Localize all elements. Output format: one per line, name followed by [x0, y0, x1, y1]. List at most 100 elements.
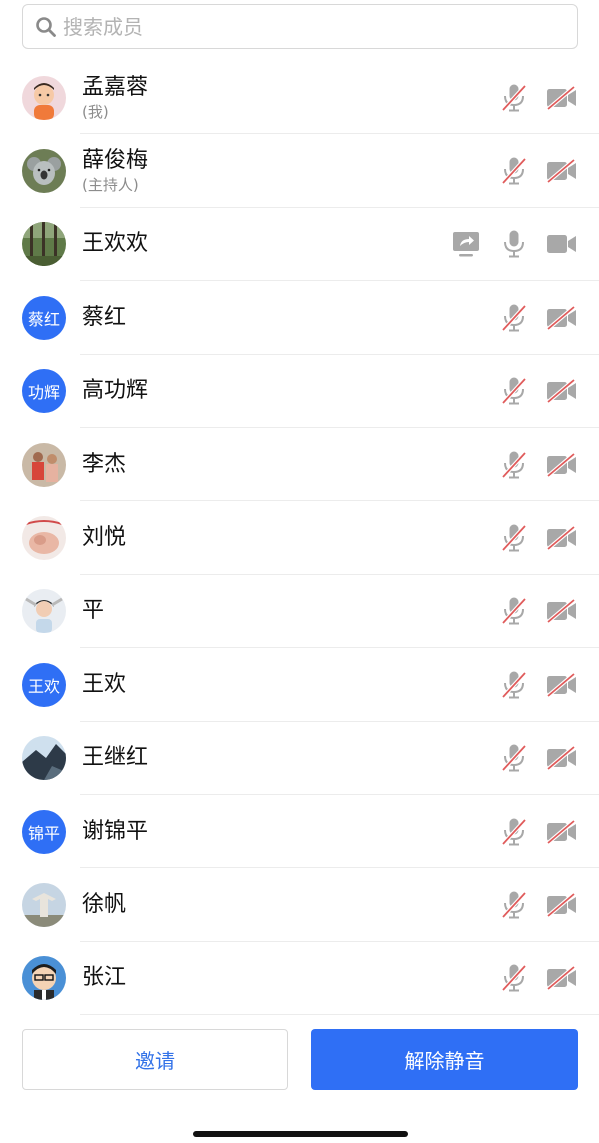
- member-actions: [483, 815, 579, 849]
- member-info: 蔡红: [82, 304, 126, 332]
- member-name: 蔡红: [82, 304, 127, 330]
- member-name: 平: [82, 598, 105, 624]
- avatar: 锦平: [22, 809, 66, 854]
- member-row[interactable]: 王继红: [0, 722, 599, 795]
- member-info: 徐帆: [82, 891, 126, 919]
- avatar: [22, 149, 66, 194]
- avatar: [22, 956, 66, 1001]
- avatar: [22, 882, 66, 927]
- member-info: 张江: [82, 964, 126, 992]
- member-actions: [483, 521, 579, 555]
- mic-muted-icon[interactable]: [497, 741, 531, 775]
- member-actions: [483, 741, 579, 775]
- member-row[interactable]: 薛俊梅 (主持人): [0, 134, 599, 208]
- mic-muted-icon[interactable]: [497, 448, 531, 482]
- mic-muted-icon[interactable]: [497, 815, 531, 849]
- camera-off-icon[interactable]: [545, 888, 579, 922]
- camera-off-icon[interactable]: [545, 668, 579, 702]
- camera-off-icon[interactable]: [545, 374, 579, 408]
- member-info: 李杰: [82, 451, 126, 479]
- camera-off-icon[interactable]: [545, 815, 579, 849]
- member-name: 王欢: [82, 671, 127, 697]
- camera-off-icon[interactable]: [545, 741, 579, 775]
- avatar: [22, 736, 66, 781]
- camera-off-icon[interactable]: [545, 594, 579, 628]
- member-row[interactable]: 王欢欢: [0, 208, 599, 282]
- search-input[interactable]: [63, 14, 543, 39]
- member-info: 薛俊梅 (主持人): [82, 147, 148, 195]
- member-name: 李杰: [82, 451, 127, 477]
- screen-share-icon[interactable]: [449, 227, 483, 261]
- mic-muted-icon[interactable]: [497, 301, 531, 335]
- unmute-all-button[interactable]: 解除静音: [311, 1029, 578, 1090]
- member-name: 王继红: [82, 745, 149, 771]
- mic-muted-icon[interactable]: [497, 594, 531, 628]
- member-actions: [483, 668, 579, 702]
- mic-muted-icon[interactable]: [497, 154, 531, 188]
- member-actions: [483, 888, 579, 922]
- member-name: 谢锦平: [82, 818, 149, 844]
- member-info: 平: [82, 597, 104, 625]
- member-row[interactable]: 锦平 谢锦平: [0, 795, 599, 869]
- member-row[interactable]: 平: [0, 575, 599, 649]
- bottom-action-bar: 邀请 解除静音: [22, 1029, 578, 1091]
- avatar: [22, 442, 66, 487]
- search-icon: [35, 16, 57, 38]
- mic-muted-icon[interactable]: [497, 961, 531, 995]
- member-info: 王继红: [82, 744, 148, 772]
- member-name: 张江: [82, 965, 127, 991]
- camera-off-icon[interactable]: [545, 448, 579, 482]
- avatar: [22, 589, 66, 634]
- member-row[interactable]: 刘悦: [0, 501, 599, 575]
- camera-off-icon[interactable]: [545, 521, 579, 555]
- camera-off-icon[interactable]: [545, 154, 579, 188]
- member-name: 王欢欢: [82, 231, 149, 257]
- row-divider: [80, 1014, 599, 1016]
- member-name: 孟嘉蓉: [82, 74, 149, 100]
- camera-off-icon[interactable]: [545, 961, 579, 995]
- member-info: 王欢: [82, 671, 126, 699]
- member-list: 孟嘉蓉 (我) 薛俊梅 (主持人) 王欢欢 蔡红 蔡红 功辉 高功辉 李杰 刘悦平王欢 王欢 王继红 锦平…: [0, 61, 599, 1016]
- avatar: 功辉: [22, 369, 66, 414]
- member-actions: [483, 301, 579, 335]
- member-actions: [435, 227, 579, 261]
- mic-muted-icon[interactable]: [497, 81, 531, 115]
- mic-icon[interactable]: [497, 227, 531, 261]
- avatar: 蔡红: [22, 295, 66, 340]
- member-row[interactable]: 功辉 高功辉: [0, 355, 599, 428]
- search-bar[interactable]: [22, 4, 578, 49]
- avatar: [22, 75, 66, 120]
- mic-muted-icon[interactable]: [497, 668, 531, 702]
- camera-off-icon[interactable]: [545, 81, 579, 115]
- member-role-label: (我): [82, 102, 109, 121]
- home-indicator: [193, 1131, 408, 1137]
- member-actions: [483, 448, 579, 482]
- member-row[interactable]: 李杰: [0, 428, 599, 502]
- member-actions: [483, 961, 579, 995]
- member-role-label: (主持人): [82, 176, 139, 195]
- member-info: 孟嘉蓉 (我): [82, 74, 148, 122]
- invite-button[interactable]: 邀请: [22, 1029, 288, 1090]
- member-name: 徐帆: [82, 891, 127, 917]
- member-row[interactable]: 蔡红 蔡红: [0, 281, 599, 355]
- member-actions: [483, 81, 579, 115]
- member-name: 薛俊梅: [82, 148, 149, 174]
- member-name: 高功辉: [82, 378, 149, 404]
- member-actions: [483, 594, 579, 628]
- avatar: [22, 516, 66, 561]
- member-info: 王欢欢: [82, 230, 148, 258]
- member-row[interactable]: 王欢 王欢: [0, 648, 599, 722]
- avatar: 王欢: [22, 662, 66, 707]
- camera-icon[interactable]: [545, 227, 579, 261]
- member-actions: [483, 154, 579, 188]
- mic-muted-icon[interactable]: [497, 374, 531, 408]
- member-name: 刘悦: [82, 525, 127, 551]
- member-row[interactable]: 徐帆: [0, 868, 599, 942]
- avatar: [22, 222, 66, 267]
- mic-muted-icon[interactable]: [497, 888, 531, 922]
- member-info: 谢锦平: [82, 818, 148, 846]
- member-row[interactable]: 张江: [0, 942, 599, 1016]
- mic-muted-icon[interactable]: [497, 521, 531, 555]
- member-row[interactable]: 孟嘉蓉 (我): [0, 61, 599, 135]
- camera-off-icon[interactable]: [545, 301, 579, 335]
